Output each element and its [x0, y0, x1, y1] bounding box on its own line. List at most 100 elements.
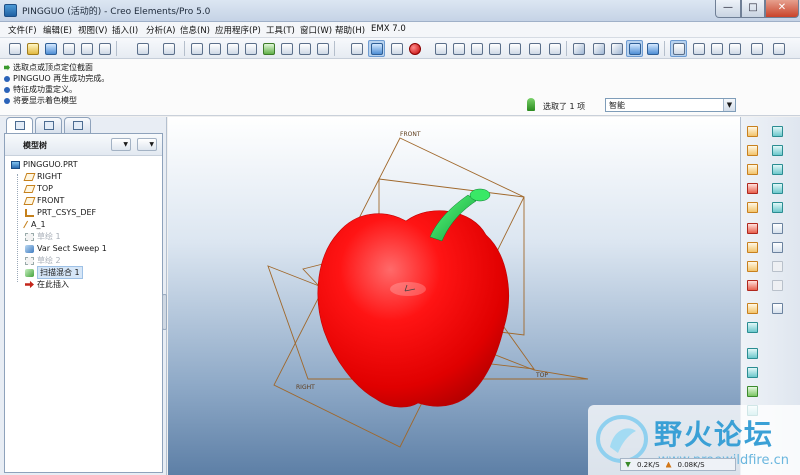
regenerate-icon[interactable]	[260, 40, 277, 57]
tab-favorites[interactable]	[64, 117, 91, 133]
window-title: PINGGUO (活动的) - Creo Elements/Pro 5.0	[22, 7, 211, 17]
datum-label-top: TOP	[535, 372, 548, 379]
context-help-icon[interactable]	[770, 40, 787, 57]
tree-item-sketch-1[interactable]: 草绘 1	[25, 231, 61, 242]
datum-plane-icon	[23, 172, 36, 181]
tree-item-axis[interactable]: A_1	[23, 219, 46, 230]
tab-model-tree[interactable]	[6, 117, 33, 134]
repaint-icon[interactable]	[348, 40, 365, 57]
revolve-tool-icon[interactable]	[769, 142, 785, 158]
no-hidden-icon[interactable]	[608, 40, 625, 57]
menu-tools[interactable]: 工具(T)	[266, 24, 295, 36]
cut-icon[interactable]	[188, 40, 205, 57]
mirror-tool-icon[interactable]	[769, 239, 785, 255]
regen-manager-icon[interactable]	[278, 40, 295, 57]
appearance-gallery-icon[interactable]	[406, 40, 423, 57]
maximize-button[interactable]: □	[741, 0, 765, 18]
csys-tool-icon[interactable]	[744, 220, 760, 236]
email-icon[interactable]	[78, 40, 95, 57]
pattern-tool-icon[interactable]	[769, 300, 785, 316]
datum-plane-display-icon[interactable]	[670, 40, 687, 57]
analysis-feature-icon[interactable]	[744, 239, 760, 255]
style-tool-icon[interactable]	[769, 220, 785, 236]
find-icon[interactable]	[296, 40, 313, 57]
email-link-icon[interactable]	[96, 40, 113, 57]
saved-views-icon[interactable]	[506, 40, 523, 57]
copy-icon[interactable]	[206, 40, 223, 57]
paste-icon[interactable]	[224, 40, 241, 57]
wireframe-icon[interactable]	[570, 40, 587, 57]
reorient-icon[interactable]	[486, 40, 503, 57]
info-bullet-icon	[4, 86, 10, 93]
datum-point-tool-icon[interactable]	[744, 199, 760, 215]
swept-blend-tool-icon[interactable]	[769, 180, 785, 196]
draft-tool-icon[interactable]	[744, 364, 760, 380]
tree-item-csys[interactable]: PRT_CSYS_DEF	[25, 207, 96, 218]
menu-window[interactable]: 窗口(W)	[300, 24, 332, 36]
paste-special-icon[interactable]	[242, 40, 259, 57]
hole-tool-icon[interactable]	[744, 300, 760, 316]
menu-applications[interactable]: 应用程序(P)	[215, 24, 261, 36]
menu-analysis[interactable]: 分析(A)	[146, 24, 175, 36]
menu-file[interactable]: 文件(F)	[8, 24, 37, 36]
enhanced-realism-icon[interactable]	[644, 40, 661, 57]
selection-filter-dropdown[interactable]: 智能 ▼	[605, 98, 736, 112]
sketch-curve-tool-icon[interactable]	[744, 180, 760, 196]
tree-item-right[interactable]: RIGHT	[23, 171, 62, 182]
round-tool-icon[interactable]	[744, 383, 760, 399]
zoom-in-icon[interactable]	[432, 40, 449, 57]
merge-tool-icon[interactable]	[769, 258, 785, 274]
tree-settings-icon[interactable]: ▼	[111, 138, 131, 151]
tree-item-var-sect-sweep[interactable]: Var Sect Sweep 1	[25, 243, 107, 254]
datum-axis-display-icon[interactable]	[690, 40, 707, 57]
new-file-icon[interactable]	[6, 40, 23, 57]
undo-icon[interactable]	[134, 40, 151, 57]
tree-item-insert-here[interactable]: 在此插入	[25, 279, 69, 290]
zoom-out-icon[interactable]	[450, 40, 467, 57]
datum-point-display-icon[interactable]	[708, 40, 725, 57]
tree-item-swept-blend[interactable]: 扫描混合 1	[25, 266, 83, 279]
tree-item-top[interactable]: TOP	[23, 183, 53, 194]
datum-curve-tool-icon[interactable]	[744, 161, 760, 177]
redo-icon[interactable]	[160, 40, 177, 57]
shading-icon[interactable]	[626, 40, 643, 57]
tree-show-icon[interactable]: ▼	[137, 138, 157, 151]
menu-emx[interactable]: EMX 7.0	[371, 24, 406, 34]
datum-offset-icon[interactable]	[744, 258, 760, 274]
minimize-button[interactable]: —	[715, 0, 741, 18]
csys-display-icon[interactable]	[726, 40, 743, 57]
datum-plane-tool-icon[interactable]	[744, 123, 760, 139]
menu-edit[interactable]: 编辑(E)	[43, 24, 72, 36]
datum-curve-thru-icon[interactable]	[744, 277, 760, 293]
rib-tool-icon[interactable]	[744, 345, 760, 361]
select-box-icon[interactable]	[314, 40, 331, 57]
navigator-splitter-handle[interactable]	[162, 294, 167, 330]
sweep-tool-icon[interactable]	[769, 161, 785, 177]
boundary-blend-tool-icon[interactable]	[769, 199, 785, 215]
trim-tool-icon[interactable]	[769, 277, 785, 293]
menu-info[interactable]: 信息(N)	[180, 24, 210, 36]
extrude-tool-icon[interactable]	[769, 123, 785, 139]
close-button[interactable]: ✕	[765, 0, 799, 18]
creo-app-icon[interactable]	[4, 4, 17, 17]
shell-tool-icon[interactable]	[744, 319, 760, 335]
view-manager-icon[interactable]	[546, 40, 563, 57]
chevron-down-icon[interactable]: ▼	[723, 99, 735, 111]
datum-axis-tool-icon[interactable]	[744, 142, 760, 158]
spin-center-icon[interactable]	[368, 40, 385, 57]
tree-item-part[interactable]: PINGGUO.PRT	[11, 159, 78, 170]
print-icon[interactable]	[60, 40, 77, 57]
open-file-icon[interactable]	[24, 40, 41, 57]
orient-mode-icon[interactable]	[388, 40, 405, 57]
hidden-line-icon[interactable]	[590, 40, 607, 57]
tree-item-front[interactable]: FRONT	[23, 195, 64, 206]
tree-item-sketch-2[interactable]: 草绘 2	[25, 255, 61, 266]
tab-folder-browser[interactable]	[35, 117, 62, 133]
refit-icon[interactable]	[468, 40, 485, 57]
menu-insert[interactable]: 插入(I)	[112, 24, 138, 36]
menu-help[interactable]: 帮助(H)	[335, 24, 365, 36]
menu-view[interactable]: 视图(V)	[78, 24, 107, 36]
save-icon[interactable]	[42, 40, 59, 57]
annotation-display-icon[interactable]	[748, 40, 765, 57]
layers-icon[interactable]	[526, 40, 543, 57]
